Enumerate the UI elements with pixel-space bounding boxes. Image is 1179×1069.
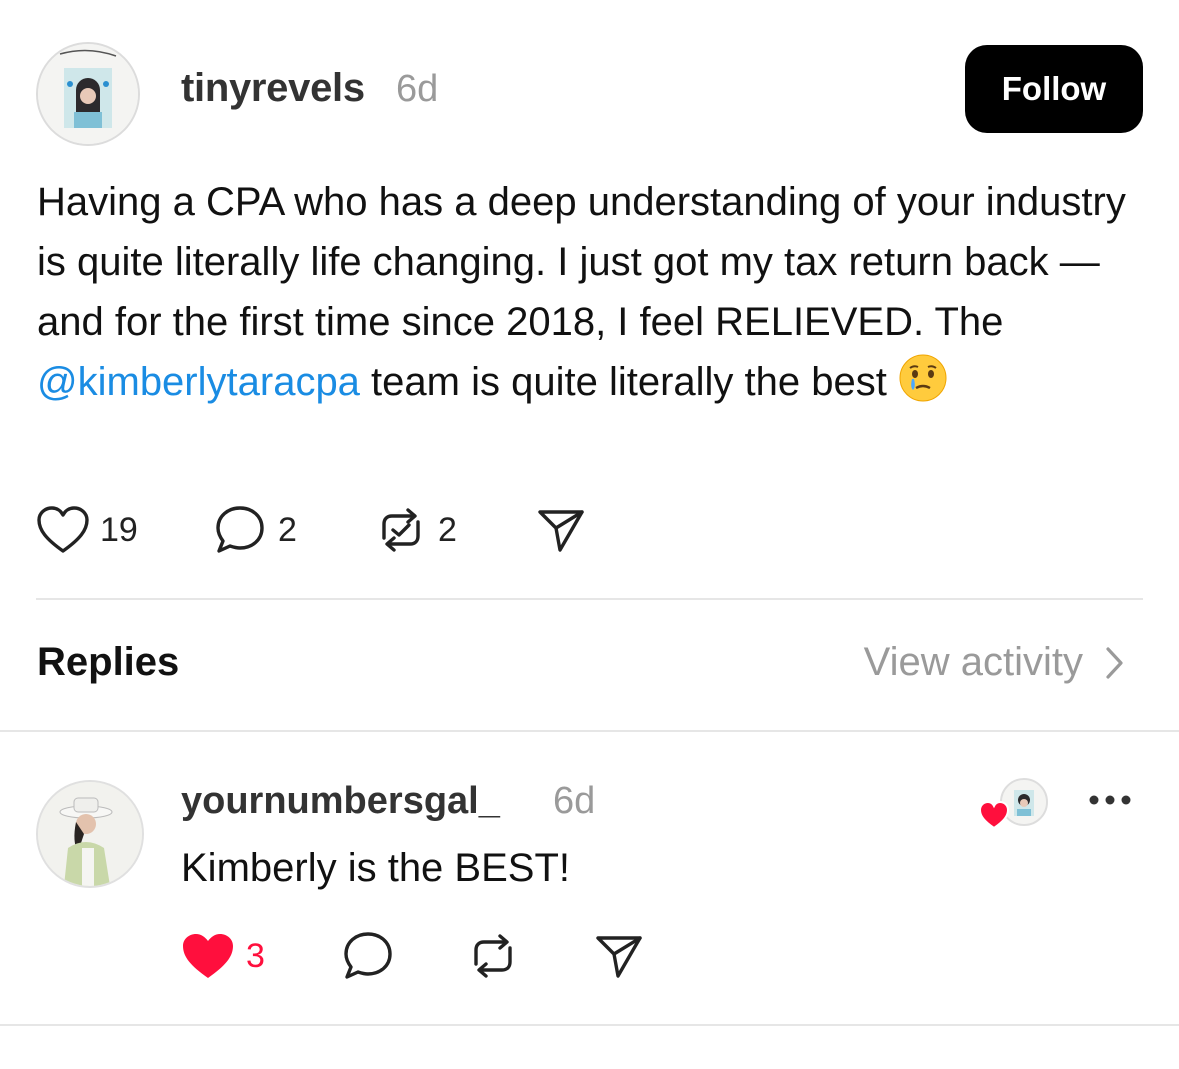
reply-item: yournumbersgal_ 6d Kimberly is the BEST!… xyxy=(0,760,1179,1030)
repost-button[interactable]: 2 xyxy=(374,500,457,560)
like-count: 19 xyxy=(100,510,138,549)
post-text: Having a CPA who has a deep understandin… xyxy=(37,172,1127,412)
comment-count: 2 xyxy=(278,510,297,549)
reply-text: Kimberly is the BEST! xyxy=(181,846,571,890)
replies-heading: Replies xyxy=(37,640,180,684)
post-actions: 19 2 2 xyxy=(36,500,676,560)
comment-icon xyxy=(216,506,264,553)
reply-like-count: 3 xyxy=(246,936,265,975)
divider xyxy=(0,730,1179,732)
author-username[interactable]: tinyrevels xyxy=(181,66,365,111)
heart-icon xyxy=(37,506,89,553)
post-timestamp: 6d xyxy=(396,68,439,110)
chevron-right-icon xyxy=(1106,646,1123,679)
repost-count: 2 xyxy=(438,510,457,549)
view-activity-link[interactable]: View activity xyxy=(864,640,1125,685)
author-avatar[interactable] xyxy=(36,42,140,146)
share-button[interactable] xyxy=(536,500,586,560)
follow-button[interactable]: Follow xyxy=(965,45,1143,133)
mention-link[interactable]: @kimberlytaracpa xyxy=(37,360,360,404)
divider xyxy=(0,1024,1179,1026)
send-icon xyxy=(538,510,584,552)
repost-checked-icon xyxy=(382,508,420,552)
send-icon xyxy=(596,936,642,978)
reply-username[interactable]: yournumbersgal_ xyxy=(181,780,500,823)
heart-filled-icon xyxy=(978,800,1010,830)
liked-by-author-indicator xyxy=(978,778,1050,838)
post-text-end: team is quite literally the best xyxy=(359,360,887,404)
reply-share-button[interactable] xyxy=(594,926,644,986)
like-button[interactable]: 19 xyxy=(36,500,138,560)
view-activity-label: View activity xyxy=(863,640,1083,684)
comment-icon xyxy=(344,932,392,979)
comment-button[interactable]: 2 xyxy=(214,500,297,560)
face-holding-back-tears-icon xyxy=(898,353,948,403)
divider xyxy=(36,598,1143,600)
reply-timestamp: 6d xyxy=(553,780,596,822)
reply-comment-button[interactable] xyxy=(342,926,396,986)
post-header: tinyrevels 6d Follow xyxy=(36,40,1143,146)
reply-like-button[interactable]: 3 xyxy=(180,926,265,986)
reply-author-avatar[interactable] xyxy=(36,780,144,888)
heart-filled-icon xyxy=(183,934,233,978)
repost-icon xyxy=(474,934,512,978)
post-text-start: Having a CPA who has a deep understandin… xyxy=(37,180,1126,344)
more-options-icon[interactable] xyxy=(1088,794,1132,806)
reply-repost-button[interactable] xyxy=(466,926,520,986)
reply-actions: 3 xyxy=(180,926,660,986)
